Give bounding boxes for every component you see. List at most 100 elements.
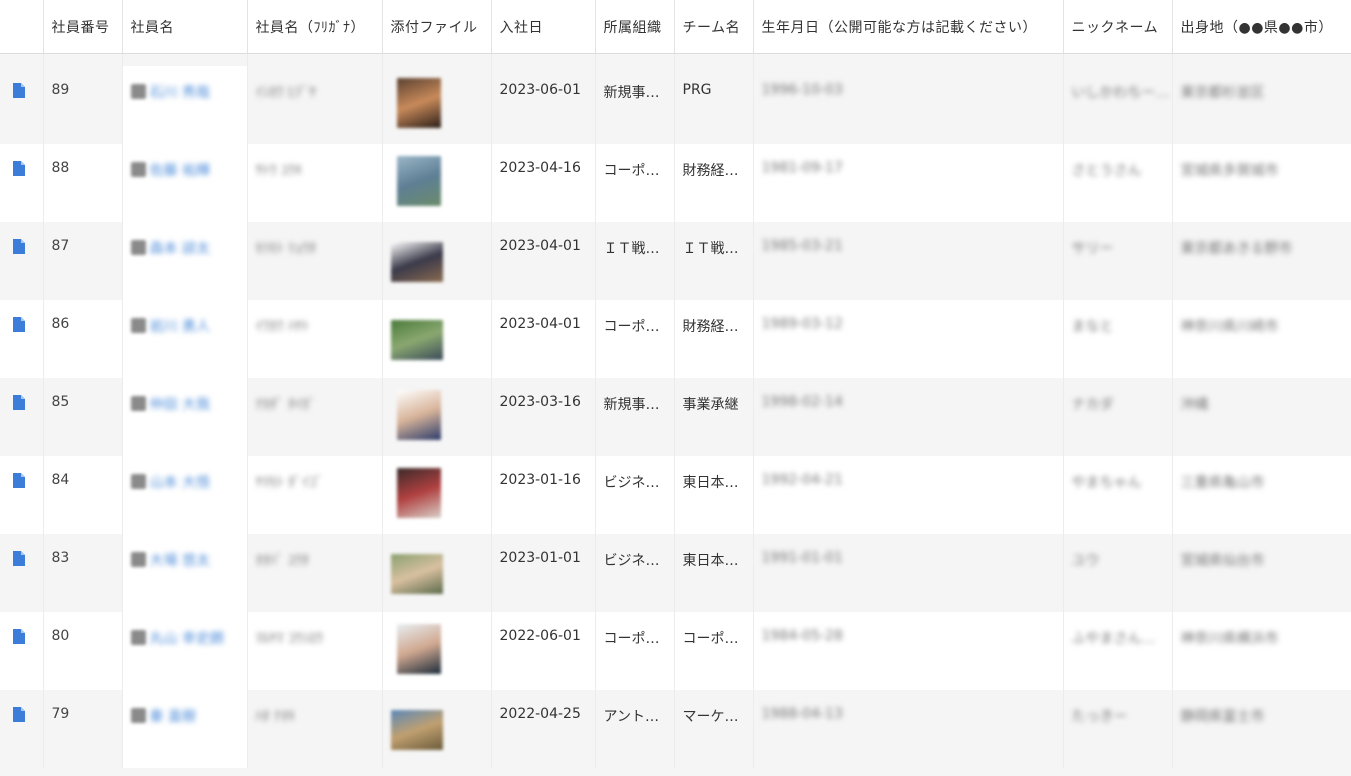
attachment-thumbnail[interactable]	[390, 320, 443, 360]
record-cell[interactable]	[0, 222, 44, 300]
table-row[interactable]: 86 岩川 勇人 ｲﾜｶﾜ ﾊﾔﾄ 2023-04-01 コーポ… 財務経… 1…	[0, 300, 1351, 378]
employee-name-link[interactable]: 森本 諒太	[150, 241, 210, 257]
attachment-thumbnail[interactable]	[396, 156, 441, 206]
employee-name-link[interactable]: 仲田 大我	[150, 397, 210, 413]
table-row[interactable]: 79 秦 直樹 ﾊﾀ ﾅｵｷ 2022-04-25 アント… マーケ… 1988…	[0, 690, 1351, 768]
record-cell[interactable]	[0, 534, 44, 612]
attachment-thumbnail[interactable]	[396, 390, 441, 440]
name-cell[interactable]: 佐藤 祐輝	[122, 144, 248, 222]
attachment-thumbnail[interactable]	[396, 78, 441, 128]
name-cell[interactable]: 丸山 幸史朗	[122, 612, 248, 690]
record-cell[interactable]	[0, 690, 44, 768]
joined-cell: 2023-03-16	[491, 378, 596, 456]
header-icon	[0, 0, 44, 54]
employee-name-link[interactable]: 佐藤 祐輝	[150, 163, 210, 179]
kana-cell: ﾏﾙﾔﾏ ｺｳｼﾛｳ	[247, 612, 383, 690]
employee-name-link[interactable]: 大場 悠太	[150, 553, 210, 569]
header-name[interactable]: 社員名	[122, 0, 248, 54]
file-cell[interactable]	[382, 66, 492, 144]
document-icon[interactable]	[13, 629, 25, 644]
nickname: さとうさん	[1071, 163, 1142, 179]
user-icon	[130, 240, 146, 255]
organization: コーポ…	[603, 319, 660, 335]
table-row[interactable]: 85 仲田 大我 ﾅｶﾀﾞ ﾀｲｶﾞ 2023-03-16 新規事… 事業承継 …	[0, 378, 1351, 456]
name-cell[interactable]: 仲田 大我	[122, 378, 248, 456]
file-cell[interactable]	[382, 300, 492, 378]
header-file[interactable]: 添付ファイル	[382, 0, 492, 54]
header-kana[interactable]: 社員名（ﾌﾘｶﾞﾅ）	[247, 0, 383, 54]
birth-cell: 1988-04-13	[753, 690, 1064, 768]
document-icon[interactable]	[13, 83, 25, 98]
header-birth[interactable]: 生年月日（公開可能な方は記載ください）	[753, 0, 1064, 54]
attachment-thumbnail[interactable]	[396, 468, 441, 518]
birth-cell: 1985-03-21	[753, 222, 1064, 300]
file-cell[interactable]	[382, 144, 492, 222]
document-icon[interactable]	[13, 395, 25, 410]
header-org[interactable]: 所属組織	[595, 0, 675, 54]
birth-cell: 1998-02-14	[753, 378, 1064, 456]
team-cell: 東日本…	[674, 534, 754, 612]
file-cell[interactable]	[382, 612, 492, 690]
table-row[interactable]: 87 森本 諒太 ﾓﾘﾓﾄ ﾘｮｳﾀ 2023-04-01 ＩＴ戦… ＩＴ戦… …	[0, 222, 1351, 300]
table-row[interactable]: 88 佐藤 祐輝 ｻﾄｳ ﾕｳｷ 2023-04-16 コーポ… 財務経… 19…	[0, 144, 1351, 222]
emp-no: 88	[51, 160, 70, 176]
attachment-thumbnail[interactable]	[390, 242, 443, 282]
organization: 新規事…	[603, 397, 660, 413]
attachment-thumbnail[interactable]	[390, 554, 443, 594]
organization: コーポ…	[603, 163, 660, 179]
header-hometown[interactable]: 出身地（●●県●●市）	[1172, 0, 1351, 54]
name-cell[interactable]: 森本 諒太	[122, 222, 248, 300]
employee-name-link[interactable]: 岩川 勇人	[150, 319, 210, 335]
organization: アント…	[603, 709, 659, 725]
emp-no: 83	[51, 550, 70, 566]
table-row[interactable]: 84 山本 大悟 ﾔﾏﾓﾄ ﾀﾞｲｺﾞ 2023-01-16 ビジネ… 東日本……	[0, 456, 1351, 534]
employee-name-link[interactable]: 秦 直樹	[150, 709, 196, 725]
record-cell[interactable]	[0, 378, 44, 456]
header-team[interactable]: チーム名	[674, 0, 754, 54]
employee-kana: ｲｼｶﾜ ﾋﾃﾞﾔ	[255, 85, 316, 101]
employee-name-link[interactable]: 石川 秀哉	[150, 85, 210, 101]
file-cell[interactable]	[382, 534, 492, 612]
birth-date: 1992-04-21	[761, 472, 843, 488]
file-cell[interactable]	[382, 690, 492, 768]
header-nick[interactable]: ニックネーム	[1063, 0, 1173, 54]
name-cell[interactable]: 大場 悠太	[122, 534, 248, 612]
nickname: たっきー	[1071, 709, 1128, 725]
record-cell[interactable]	[0, 66, 44, 144]
document-icon[interactable]	[13, 551, 25, 566]
file-cell[interactable]	[382, 378, 492, 456]
employee-name-link[interactable]: 丸山 幸史朗	[150, 631, 224, 647]
employee-name-link[interactable]: 山本 大悟	[150, 475, 210, 491]
document-icon[interactable]	[13, 707, 25, 722]
document-icon[interactable]	[13, 239, 25, 254]
employee-kana: ｲﾜｶﾜ ﾊﾔﾄ	[255, 319, 309, 335]
record-cell[interactable]	[0, 456, 44, 534]
emp-no: 79	[51, 706, 70, 722]
file-cell[interactable]	[382, 456, 492, 534]
record-cell[interactable]	[0, 612, 44, 690]
attachment-thumbnail[interactable]	[390, 710, 443, 750]
record-cell[interactable]	[0, 144, 44, 222]
record-cell[interactable]	[0, 300, 44, 378]
name-cell[interactable]: 秦 直樹	[122, 690, 248, 768]
table-row[interactable]: 83 大場 悠太 ｵｵﾊﾞ ﾕｳﾀ 2023-01-01 ビジネ… 東日本… 1…	[0, 534, 1351, 612]
joined-cell: 2023-04-01	[491, 300, 596, 378]
name-cell[interactable]: 石川 秀哉	[122, 66, 248, 144]
user-icon	[130, 84, 146, 99]
team-name: ＩＴ戦…	[682, 241, 739, 257]
org-cell: コーポ…	[595, 144, 675, 222]
file-cell[interactable]	[382, 222, 492, 300]
document-icon[interactable]	[13, 317, 25, 332]
table-row[interactable]: 89 石川 秀哉 ｲｼｶﾜ ﾋﾃﾞﾔ 2023-06-01 新規事… PRG 1…	[0, 66, 1351, 144]
team-name: 財務経…	[682, 319, 739, 335]
user-icon	[130, 474, 146, 489]
name-cell[interactable]: 山本 大悟	[122, 456, 248, 534]
table-row[interactable]: 80 丸山 幸史朗 ﾏﾙﾔﾏ ｺｳｼﾛｳ 2022-06-01 コーポ… コーポ…	[0, 612, 1351, 690]
header-emp-no[interactable]: 社員番号	[43, 0, 123, 54]
document-icon[interactable]	[13, 161, 25, 176]
org-cell: ビジネ…	[595, 534, 675, 612]
name-cell[interactable]: 岩川 勇人	[122, 300, 248, 378]
header-joined[interactable]: 入社日	[491, 0, 596, 54]
attachment-thumbnail[interactable]	[396, 624, 441, 674]
document-icon[interactable]	[13, 473, 25, 488]
